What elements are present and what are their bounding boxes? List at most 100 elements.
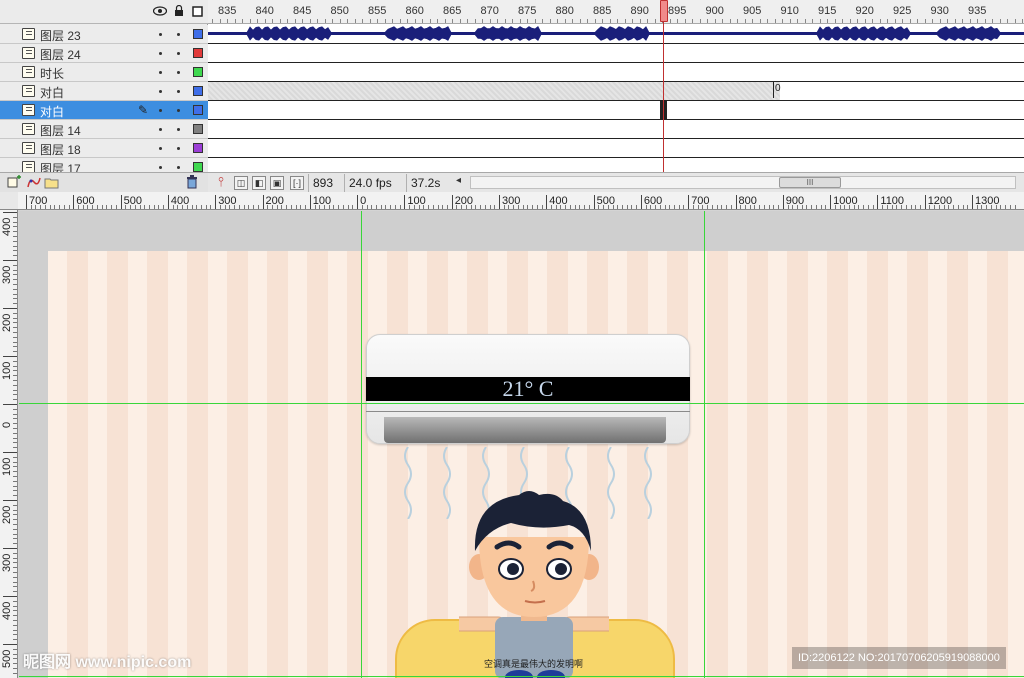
layer-color-swatch[interactable] [193,105,203,115]
lock-dot[interactable] [177,128,180,131]
frame-tick [212,19,213,23]
air-conditioner[interactable]: 21° C [366,334,690,444]
timeline-scrollbar[interactable]: III [470,176,1016,189]
visibility-dot[interactable] [159,71,162,74]
frame-tick [444,19,446,23]
ruler-minor-tick [13,634,17,636]
ruler-minor-tick [92,205,94,209]
ruler-minor-tick [603,205,605,209]
layer-name[interactable]: 图层 14 [40,122,81,139]
ruler-minor-tick [962,205,964,209]
ruler-minor-tick [683,205,685,209]
lock-dot[interactable] [177,33,180,36]
frame-tick [414,19,416,23]
ruler-minor-tick [148,205,150,209]
layer-name[interactable]: 图层 23 [40,27,81,44]
frame-number: 855 [368,5,387,17]
ruler-minor-tick [13,399,17,401]
layer-name[interactable]: 时长 [40,65,64,82]
visibility-dot[interactable] [159,52,162,55]
layer-color-swatch[interactable] [193,29,203,39]
layer-color-swatch[interactable] [193,143,203,153]
lock-dot[interactable] [177,52,180,55]
guide-horizontal[interactable] [19,676,1024,677]
onion-skin-icon[interactable]: ◫ [234,176,248,190]
ruler-minor-tick [13,648,17,650]
trash-icon[interactable] [186,175,198,192]
lock-dot[interactable] [177,71,180,74]
eye-icon[interactable] [153,4,167,18]
lock-dot[interactable] [177,147,180,150]
layer-row[interactable]: 图层 14 [0,120,208,139]
center-frame-icon[interactable]: ⫯ [214,175,228,190]
layer-name[interactable]: 图层 24 [40,46,81,63]
layer-color-swatch[interactable] [193,86,203,96]
lock-dot[interactable] [177,166,180,169]
layer-row[interactable]: 对白 [0,82,208,101]
guide-vertical[interactable] [704,211,705,678]
visibility-dot[interactable] [159,109,162,112]
ruler-minor-tick [839,205,841,209]
layer-color-swatch[interactable] [193,67,203,77]
vertical-ruler[interactable]: 400 300 200 100 0 100 200 300 400 500 [0,192,18,678]
frame-rate[interactable]: 24.0 fps [344,174,396,192]
modify-markers-icon[interactable]: [·] [290,176,304,190]
visibility-dot[interactable] [159,128,162,131]
layer-row[interactable]: 图层 18 [0,139,208,158]
frame-ruler[interactable]: 835 840 845 850 855 860 865 870 875 880 885 890 895 9… [208,0,1024,24]
layer-name[interactable]: 图层 18 [40,141,81,158]
edit-multiple-frames-icon[interactable]: ▣ [270,176,284,190]
horizontal-ruler[interactable]: 700 600 500 400 300 200 100 0 100 200 300 400 500 600… [18,192,1024,210]
guide-vertical[interactable] [361,211,362,678]
frame-row[interactable] [208,101,1024,120]
frame-row[interactable] [208,120,1024,139]
ruler-minor-tick [863,205,865,209]
frame-row[interactable] [208,139,1024,158]
frame-row[interactable] [208,63,1024,82]
outline-icon[interactable] [190,4,204,18]
airflow-line [644,447,652,519]
layer-color-swatch[interactable] [193,48,203,58]
visibility-dot[interactable] [159,147,162,150]
layer-color-swatch[interactable] [193,162,203,172]
frame-label-marker: 0 [773,82,781,98]
frame-tick [669,19,671,23]
elapsed-time: 37.2s [406,174,444,192]
ruler-minor-tick [13,461,17,463]
visibility-dot[interactable] [159,33,162,36]
stage-area[interactable]: 21° C 空调真是最伟大的发明啊 昵图网 www.nipic.com ID:2… [19,211,1024,678]
ruler-minor-tick [13,327,17,329]
onion-outline-icon[interactable]: ◧ [252,176,266,190]
ruler-minor-tick [352,205,354,209]
frame-row[interactable] [208,44,1024,63]
new-layer-icon[interactable] [6,175,22,192]
layer-row[interactable]: 对白 ✎ [0,101,208,120]
ruler-minor-tick [645,205,647,209]
layer-name[interactable]: 对白 [40,84,64,101]
layer-color-swatch[interactable] [193,124,203,134]
ruler-major-tick [3,356,17,357]
layer-row[interactable]: 图层 24 [0,44,208,63]
timeline-scroll-thumb[interactable]: III [779,177,841,188]
guide-horizontal[interactable] [19,403,1024,404]
ruler-minor-tick [13,495,17,497]
lock-icon[interactable] [172,4,186,18]
lock-dot[interactable] [177,90,180,93]
playhead[interactable] [660,0,668,22]
layer-name[interactable]: 对白 [40,103,64,120]
visibility-dot[interactable] [159,90,162,93]
layer-row[interactable]: 时长 [0,63,208,82]
motion-guide-icon[interactable] [26,175,42,192]
ruler-minor-tick [13,284,17,285]
visibility-dot[interactable] [159,166,162,169]
lock-dot[interactable] [177,109,180,112]
layer-row[interactable]: 图层 23 [0,25,208,44]
audio-waveform [208,26,1024,41]
scroll-left-icon[interactable]: ◂ [456,175,461,186]
frame-tick [939,19,941,23]
ruler-minor-tick [271,205,273,209]
subtitle-caption[interactable]: 空调真是最伟大的发明啊 [484,657,583,670]
frame-tick [654,19,656,23]
boy-character[interactable] [459,489,609,678]
new-folder-icon[interactable] [44,175,60,192]
